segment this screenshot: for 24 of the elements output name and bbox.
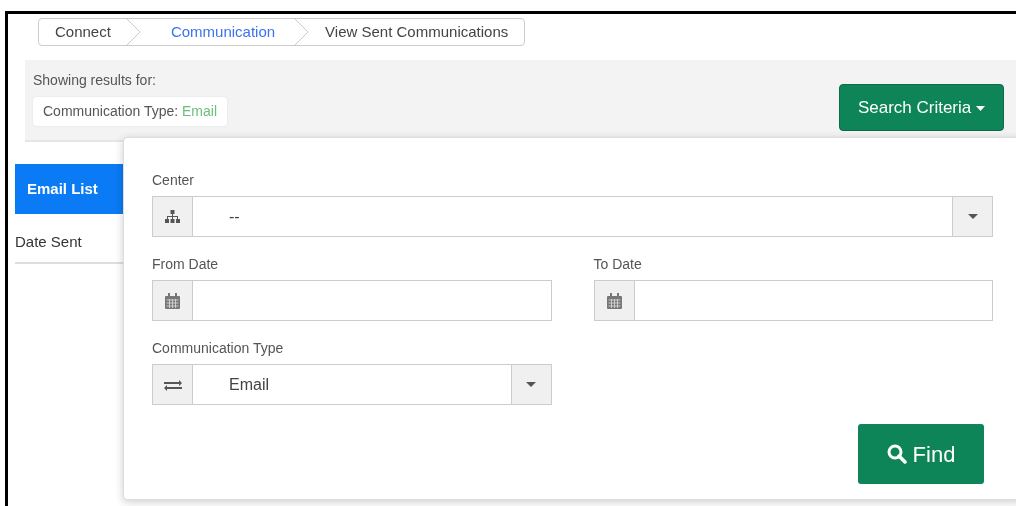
calendar-icon [165,292,180,309]
select-field[interactable]: -- [152,196,993,237]
filter-heading: Showing results for: [33,71,157,90]
breadcrumb-item[interactable]: Communication [140,19,296,45]
caret-icon [976,105,985,111]
date-field[interactable] [152,280,552,321]
caret-icon [526,382,536,387]
find-button[interactable]: Find [858,424,984,484]
breadcrumb-item[interactable]: Connect [39,19,127,45]
search-criteria-button[interactable]: Search Criteria [838,84,1004,131]
date-field[interactable] [593,280,993,321]
breadcrumb-item[interactable]: View Sent Communications [309,19,525,45]
tab[interactable]: Email List [15,164,123,214]
select-field[interactable]: Email [152,364,552,405]
caret-icon [967,214,978,219]
calendar-icon [606,292,622,309]
filter-chip: Communication Type: Email [33,97,228,126]
search-icon [886,444,907,464]
field-label: Center [152,171,196,190]
swap-arrows-icon [163,378,182,391]
field-label: To Date [593,255,643,274]
field-label: From Date [152,255,220,274]
sitemap-icon [165,210,180,223]
field-label: Communication Type [152,339,285,358]
